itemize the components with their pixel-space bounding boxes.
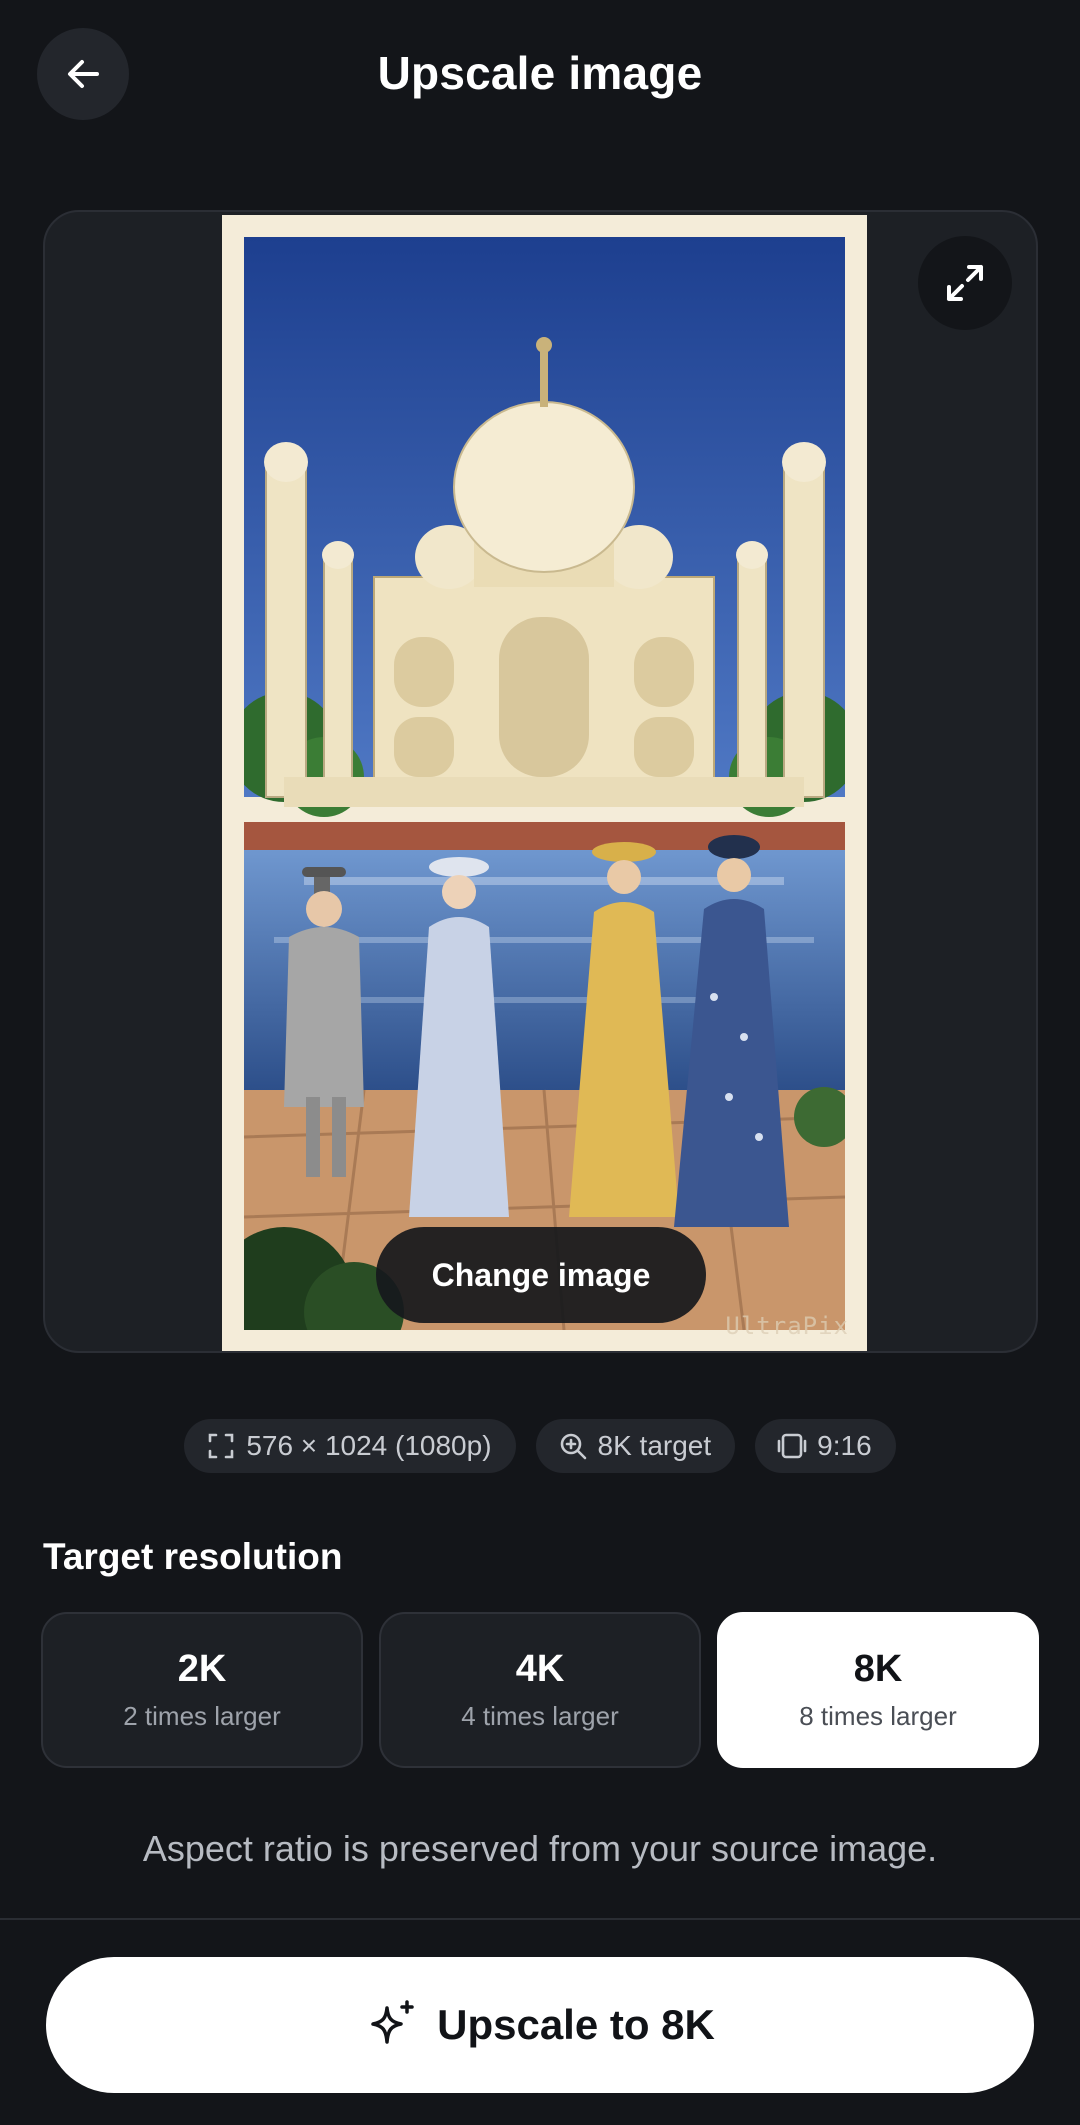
resolution-description: 8 times larger bbox=[799, 1701, 957, 1731]
source-image: UltraPix bbox=[222, 215, 867, 1351]
aspect-ratio-icon bbox=[777, 1433, 807, 1459]
target-resolution-heading: Target resolution bbox=[43, 1536, 343, 1577]
page-title: Upscale image bbox=[377, 47, 703, 99]
zoom-in-icon bbox=[560, 1433, 586, 1460]
upscale-button-label: Upscale to 8K bbox=[437, 2001, 715, 2048]
change-image-button[interactable]: Change image bbox=[376, 1227, 706, 1323]
resolution-option-4k[interactable]: 4K 4 times larger bbox=[379, 1612, 701, 1768]
resolution-value: 2K bbox=[177, 1648, 227, 1690]
target-chip: 8K target bbox=[535, 1419, 736, 1473]
resolution-option-2k[interactable]: 2K 2 times larger bbox=[41, 1612, 363, 1768]
resolution-value: 8K bbox=[853, 1648, 903, 1690]
resolution-description: 4 times larger bbox=[461, 1701, 619, 1731]
upscale-button[interactable]: Upscale to 8K bbox=[46, 1957, 1034, 2093]
aspect-ratio-note: Aspect ratio is preserved from your sour… bbox=[142, 1828, 938, 1869]
source-size-label: 576 × 1024 (1080p) bbox=[246, 1430, 492, 1461]
sparkle-icon bbox=[371, 2000, 414, 2044]
resolution-option-8k[interactable]: 8K 8 times larger bbox=[717, 1612, 1039, 1768]
aspect-ratio-label: 9:16 bbox=[817, 1430, 872, 1461]
fullscreen-button[interactable] bbox=[918, 236, 1012, 330]
divider bbox=[0, 1918, 1080, 1920]
resolution-options: 2K 2 times larger 4K 4 times larger 8K 8… bbox=[41, 1612, 1040, 1768]
aspect-ratio-chip: 9:16 bbox=[755, 1419, 896, 1473]
resolution-description: 2 times larger bbox=[123, 1701, 281, 1731]
image-preview: UltraPix Change image bbox=[43, 210, 1038, 1353]
header: Upscale image bbox=[0, 0, 1080, 150]
resolution-value: 4K bbox=[515, 1648, 565, 1690]
source-size-chip: 576 × 1024 (1080p) bbox=[184, 1419, 516, 1473]
image-info-chips: 576 × 1024 (1080p) 8K target 9:16 bbox=[0, 1419, 1080, 1473]
watermark: UltraPix bbox=[725, 1312, 849, 1340]
taj-mahal-illustration bbox=[244, 237, 845, 1330]
target-label: 8K target bbox=[597, 1430, 712, 1461]
expand-icon bbox=[947, 265, 983, 301]
frame-icon bbox=[209, 1433, 234, 1459]
